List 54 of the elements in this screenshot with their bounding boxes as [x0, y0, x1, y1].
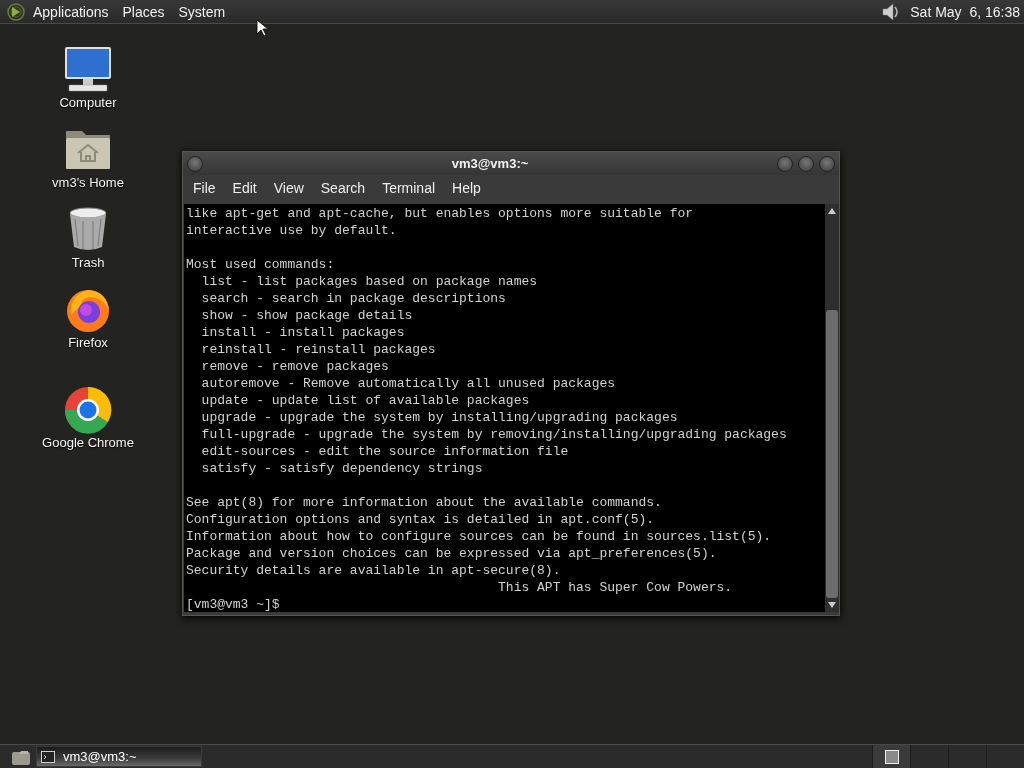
minimize-button[interactable] — [777, 155, 793, 172]
scroll-up-arrow-icon — [828, 208, 836, 214]
desktop-icon-label[interactable]: Google Chrome — [42, 435, 134, 450]
desktop-icon-label[interactable]: Computer — [59, 95, 117, 110]
terminal-line: full-upgrade - upgrade the system by removing/installing/upgrading packages — [200, 426, 788, 443]
terminal-line: autoremove - Remove automatically all unused packages — [200, 375, 617, 392]
taskbar-button[interactable]: vm3@vm3:~ — [36, 746, 202, 767]
desktop-icon-label[interactable]: Firefox — [68, 335, 108, 350]
panel-menu[interactable]: System — [171, 3, 233, 20]
terminal-line: list - list packages based on package names — [200, 273, 539, 290]
terminal-line: Most used commands: — [186, 256, 336, 273]
desktop-icon-label[interactable]: vm3's Home — [52, 175, 124, 190]
terminal-line: search - search in package descriptions — [200, 290, 507, 307]
menu-item[interactable]: View — [267, 180, 310, 196]
terminal-line: Package and version choices can be expressed via apt_preferences(5). — [186, 545, 718, 562]
clock[interactable]: Sat May 6, 16:38 — [902, 3, 1024, 20]
terminal-line: reinstall - reinstall packages — [200, 341, 437, 358]
terminal-line: edit-sources - edit the source information file — [200, 443, 570, 460]
terminal-line: Information about how to configure sources can be found in sources.list(5). — [186, 528, 773, 545]
scrollbar[interactable] — [825, 204, 839, 612]
window-thumbnail — [884, 749, 899, 764]
terminal-line: install - install packages — [200, 324, 406, 341]
menu-item[interactable]: Terminal — [376, 180, 442, 196]
monitor-icon — [63, 45, 113, 95]
panel-menu[interactable]: Places — [115, 3, 172, 20]
terminal-line: show - show package details — [200, 307, 414, 324]
panel-menu[interactable]: Applications — [26, 3, 116, 20]
window-title: vm3@vm3:~ — [450, 156, 530, 171]
terminal-line: upgrade - upgrade the system by installing/upgrading packages — [200, 409, 679, 426]
mouse-pointer-icon — [256, 19, 267, 36]
menu-item[interactable]: File — [187, 180, 222, 196]
menu-item[interactable]: Edit — [226, 180, 263, 196]
terminal-icon — [41, 750, 55, 763]
terminal-line: remove - remove packages — [200, 358, 390, 375]
maximize-button[interactable] — [798, 155, 814, 172]
workspace[interactable] — [872, 745, 910, 768]
terminal-line: Security details are available in apt-secure(8). — [186, 562, 562, 579]
terminal-line: This APT has Super Cow Powers. — [497, 579, 734, 596]
scroll-thumb[interactable] — [826, 310, 838, 598]
terminal-line: like apt-get and apt-cache, but enables options more suitable for — [186, 205, 695, 222]
menu-item[interactable]: Help — [446, 180, 487, 196]
terminal-line: Configuration options and syntax is detailed in apt.conf(5). — [186, 511, 656, 528]
ring-logo-icon — [63, 385, 113, 435]
close-button[interactable] — [819, 155, 835, 172]
desktop-icon-label[interactable]: Trash — [71, 255, 105, 270]
window-menu-button[interactable] — [187, 155, 203, 172]
menu-item[interactable]: Search — [314, 180, 372, 196]
scroll-down-arrow-icon — [828, 602, 836, 608]
terminal-line: See apt(8) for more information about the available commands. — [186, 494, 663, 511]
terminal-line: satisfy - satisfy dependency strings — [200, 460, 484, 477]
terminal-line: update - update list of available packages — [200, 392, 531, 409]
logo-icon — [6, 1, 26, 22]
terminal-line: [vm3@vm3 ~]$ — [186, 596, 281, 612]
terminal-line: interactive use by default. — [186, 222, 398, 239]
